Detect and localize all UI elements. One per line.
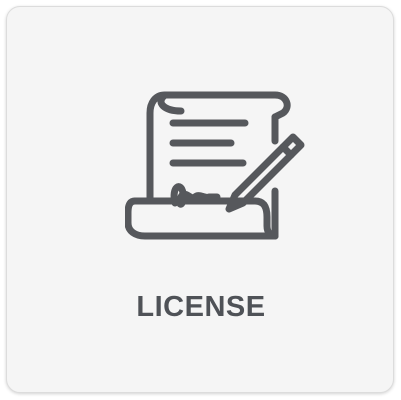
page: LICENSE xyxy=(0,0,401,400)
license-tile-button[interactable]: LICENSE xyxy=(6,6,394,393)
license-document-signature-icon xyxy=(125,91,305,240)
tile-label: LICENSE xyxy=(136,291,266,323)
